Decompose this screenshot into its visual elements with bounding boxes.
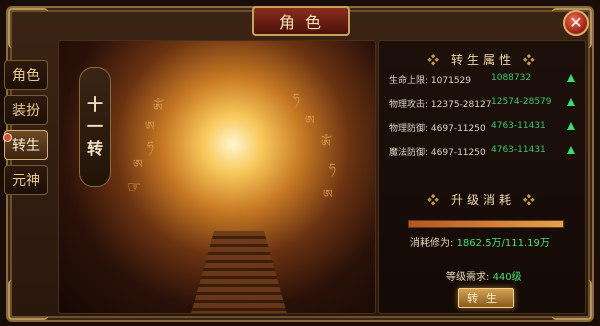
notification-dot <box>3 133 12 142</box>
rebirth-level-char: 一 <box>86 117 103 136</box>
rebirth-artwork: ཨ ༀ ཧ ཨ ཧ ཨ ༀ ཧ ཨ 十 一 转 ☞ <box>58 40 376 314</box>
close-icon: ✕ <box>569 13 583 32</box>
attribute-row-phys-attack: 物理攻击: 12375-28127 12574-28579 <box>389 97 579 113</box>
rebirth-level-char: 十 <box>86 95 103 114</box>
up-arrow-icon <box>567 146 575 154</box>
progress-fill <box>409 221 563 227</box>
rebirth-level-char: 转 <box>86 139 103 158</box>
window-title: 角色 <box>278 13 331 32</box>
upgrade-cost-title: ❖ 升级消耗 ❖ <box>427 193 539 207</box>
tab-spirit[interactable]: 元神 <box>4 165 48 195</box>
rune-glyph: ཨ <box>323 187 333 201</box>
side-tabs: 角色 装扮 转生 元神 <box>3 60 52 200</box>
consume-row: 消耗修为: 1862.5万/111.19万 <box>410 238 550 249</box>
pointer-hand-icon: ☞ <box>127 177 142 196</box>
tab-label: 装扮 <box>12 103 40 119</box>
rune-glyph: ཨ <box>305 113 315 127</box>
cultivation-progress-bar <box>408 220 564 228</box>
up-arrow-icon <box>567 122 575 130</box>
rebirth-level-badge: 十 一 转 <box>79 67 111 187</box>
ornament-icon: ❖ <box>515 193 539 207</box>
ornament-icon: ❖ <box>427 193 451 207</box>
stairs-art <box>189 231 289 313</box>
rune-glyph: ཧ <box>293 91 300 105</box>
attribute-row-hp: 生命上限: 1071529 1088732 <box>389 73 579 89</box>
attributes-title: ❖ 转生属性 ❖ <box>427 53 539 67</box>
rune-glyph: ༀ <box>153 101 163 115</box>
frame-corner <box>8 8 48 48</box>
tab-character[interactable]: 角色 <box>4 60 48 90</box>
rune-glyph: ཧ <box>147 139 154 153</box>
attribute-row-phys-defense: 物理防御: 4697-11250 4763-11431 <box>389 121 579 137</box>
tab-rebirth[interactable]: 转生 <box>3 130 48 160</box>
ornament-icon: ❖ <box>515 53 539 67</box>
tab-outfit[interactable]: 装扮 <box>4 95 48 125</box>
ornament-icon: ❖ <box>427 53 451 67</box>
rebirth-button[interactable]: 转生 <box>458 288 514 308</box>
frame-corner <box>8 280 48 320</box>
up-arrow-icon <box>567 98 575 106</box>
attribute-row-magic-defense: 魔法防御: 4697-11250 4763-11431 <box>389 145 579 161</box>
close-button[interactable]: ✕ <box>563 10 589 36</box>
up-arrow-icon <box>567 74 575 82</box>
level-requirement-row: 等级需求: 440级 <box>446 272 522 283</box>
tab-label: 角色 <box>12 68 40 84</box>
tab-label: 元神 <box>12 173 40 189</box>
tab-label: 转生 <box>12 138 40 154</box>
window-title-bar: 角色 <box>252 6 350 36</box>
